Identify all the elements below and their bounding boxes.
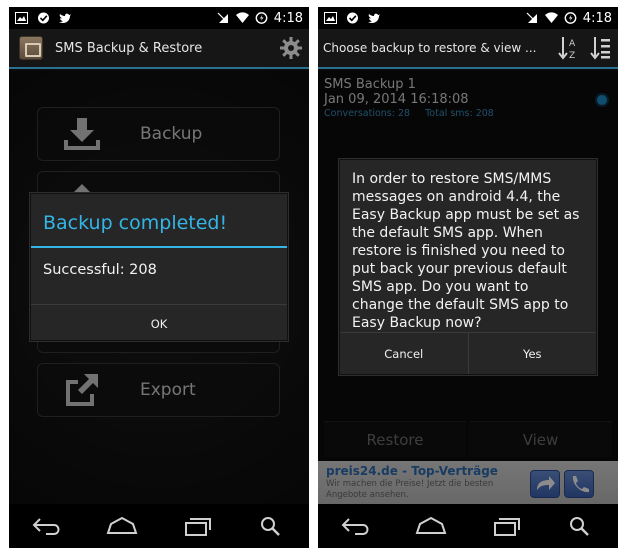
- svg-text:Z: Z: [569, 51, 575, 61]
- home-icon[interactable]: [105, 515, 139, 537]
- yes-button[interactable]: Yes: [467, 333, 597, 374]
- navigation-bar: [318, 504, 618, 548]
- action-bar: Choose backup to restore & view ... A Z: [318, 29, 618, 69]
- wifi-icon: [544, 12, 558, 23]
- status-bar: 4:18: [9, 7, 309, 29]
- check-notification-icon: [347, 12, 358, 24]
- gear-icon[interactable]: [279, 36, 303, 60]
- gallery-notification-icon: [324, 12, 337, 24]
- wifi-icon: [235, 12, 249, 23]
- back-icon[interactable]: [339, 515, 373, 537]
- no-signal-icon: [217, 12, 228, 23]
- home-icon[interactable]: [414, 515, 448, 537]
- back-icon[interactable]: [30, 515, 64, 537]
- dialog-title: Backup completed!: [31, 194, 287, 248]
- backup-completed-dialog: Backup completed! Successful: 208 OK: [30, 193, 288, 341]
- recent-apps-icon[interactable]: [180, 515, 214, 537]
- right-screenshot: 4:18 Choose backup to restore & view ...…: [318, 7, 618, 548]
- sort-list-icon[interactable]: [590, 35, 612, 61]
- action-bar: SMS Backup & Restore: [9, 29, 309, 69]
- cancel-button[interactable]: Cancel: [340, 333, 468, 374]
- status-bar: 4:18: [318, 7, 618, 29]
- battery-charging-icon: [255, 12, 268, 24]
- search-icon[interactable]: [255, 515, 289, 537]
- left-screenshot: 4:18 SMS Backup & Restore Backup Export …: [9, 7, 309, 548]
- check-notification-icon: [38, 12, 49, 24]
- ok-button[interactable]: OK: [31, 305, 287, 342]
- dialog-message: In order to restore SMS/MMS messages on …: [352, 171, 580, 331]
- recent-apps-icon[interactable]: [489, 515, 523, 537]
- battery-charging-icon: [564, 12, 577, 24]
- gallery-notification-icon: [15, 12, 28, 24]
- restore-confirm-dialog: In order to restore SMS/MMS messages on …: [339, 159, 597, 375]
- app-title: SMS Backup & Restore: [55, 40, 203, 56]
- no-signal-icon: [526, 12, 537, 23]
- app-logo-icon[interactable]: [19, 36, 43, 60]
- status-time: 4:18: [273, 10, 303, 26]
- search-icon[interactable]: [564, 515, 598, 537]
- main-content: Backup Export Backup completed! Successf…: [9, 71, 309, 504]
- svg-text:A: A: [569, 39, 576, 49]
- status-time: 4:18: [582, 10, 612, 26]
- screen-title: Choose backup to restore & view ...: [323, 41, 537, 55]
- navigation-bar: [9, 504, 309, 548]
- dialog-message: Successful: 208: [43, 262, 157, 278]
- twitter-notification-icon: [59, 13, 71, 24]
- sort-az-icon[interactable]: A Z: [558, 35, 580, 61]
- twitter-notification-icon: [368, 13, 380, 24]
